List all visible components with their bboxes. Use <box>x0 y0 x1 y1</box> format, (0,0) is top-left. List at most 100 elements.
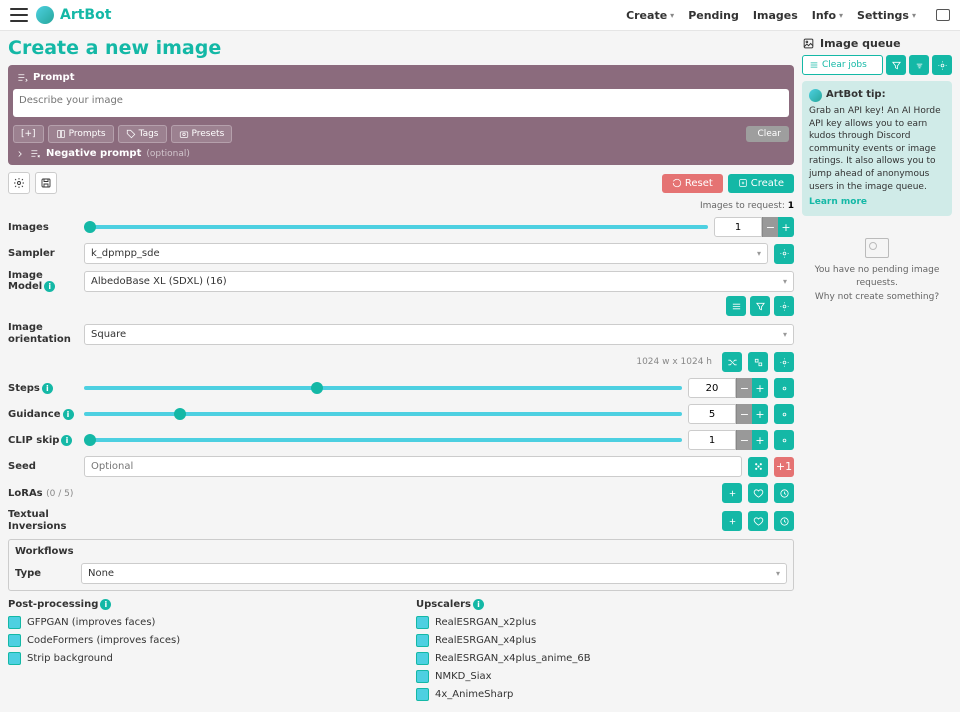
settings-icon-button[interactable] <box>8 172 30 194</box>
negative-prompt-label[interactable]: Negative prompt <box>46 148 141 159</box>
sampler-settings-button[interactable] <box>774 244 794 264</box>
recent-ti-button[interactable] <box>774 511 794 531</box>
add-ti-button[interactable] <box>722 511 742 531</box>
model-filter-button[interactable] <box>750 296 770 316</box>
up-4-checkbox[interactable] <box>416 688 429 701</box>
clip-slider[interactable] <box>84 438 682 442</box>
nav-create[interactable]: Create▾ <box>626 9 674 22</box>
tip-body: Grab an API key! An AI Horde API key all… <box>809 105 945 193</box>
steps-minus[interactable]: − <box>736 378 752 398</box>
photo-icon <box>802 37 815 50</box>
queue-settings-button[interactable] <box>932 55 952 75</box>
increment-seed-button[interactable]: +1 <box>774 457 794 477</box>
tags-button[interactable]: Tags <box>118 125 167 143</box>
pp-0-checkbox[interactable] <box>8 616 21 629</box>
info-badge[interactable]: i <box>61 435 72 446</box>
nav-settings[interactable]: Settings▾ <box>857 9 916 22</box>
expand-prompt-button[interactable]: [+] <box>13 125 44 143</box>
steps-plus[interactable]: + <box>752 378 768 398</box>
nav-pending[interactable]: Pending <box>688 9 739 22</box>
images-slider[interactable] <box>84 225 708 229</box>
reset-button[interactable]: Reset <box>662 174 723 193</box>
info-badge[interactable]: i <box>100 599 111 610</box>
save-icon-button[interactable] <box>35 172 57 194</box>
randomize-seed-button[interactable] <box>748 457 768 477</box>
up-0-checkbox[interactable] <box>416 616 429 629</box>
prompt-input[interactable] <box>13 89 789 117</box>
brand[interactable]: ArtBot <box>60 7 111 23</box>
model-select[interactable]: AlbedoBase XL (SDXL) (16)▾ <box>84 271 794 292</box>
workflow-type-select[interactable]: None▾ <box>81 563 787 584</box>
steps-settings-button[interactable] <box>774 378 794 398</box>
monitor-icon[interactable] <box>936 9 950 21</box>
playlist-icon <box>17 72 28 83</box>
add-lora-button[interactable] <box>722 483 742 503</box>
images-plus[interactable]: + <box>778 217 794 237</box>
orientation-settings-button[interactable] <box>774 352 794 372</box>
filter-icon <box>891 60 902 71</box>
gear-icon <box>779 248 790 259</box>
pp-2-checkbox[interactable] <box>8 652 21 665</box>
seed-input[interactable] <box>84 456 742 477</box>
clear-jobs-button[interactable]: Clear jobs <box>802 55 883 75</box>
guidance-label: Guidancei <box>8 409 78 420</box>
clip-minus[interactable]: − <box>736 430 752 450</box>
favorite-lora-button[interactable] <box>748 483 768 503</box>
nav-info[interactable]: Info▾ <box>812 9 843 22</box>
presets-button[interactable]: Presets <box>171 125 233 143</box>
pp-1-checkbox[interactable] <box>8 634 21 647</box>
clear-prompt-button[interactable]: Clear <box>746 126 789 142</box>
favorite-ti-button[interactable] <box>748 511 768 531</box>
clip-plus[interactable]: + <box>752 430 768 450</box>
guidance-settings-button[interactable] <box>774 404 794 424</box>
up-2-checkbox[interactable] <box>416 652 429 665</box>
chevron-right-icon[interactable] <box>15 149 25 159</box>
loras-label: LoRAs (0 / 5) <box>8 488 78 499</box>
clip-input[interactable] <box>688 430 736 450</box>
gear-icon <box>937 60 948 71</box>
prompt-label: Prompt <box>33 72 75 83</box>
save-icon <box>40 177 52 189</box>
filter-icon <box>755 301 766 312</box>
image-off-icon <box>865 238 889 258</box>
model-list-button[interactable] <box>726 296 746 316</box>
guidance-minus[interactable]: − <box>736 404 752 424</box>
history-icon <box>779 488 790 499</box>
queue-filter-button[interactable] <box>886 55 906 75</box>
steps-input[interactable] <box>688 378 736 398</box>
prompts-button[interactable]: Prompts <box>48 125 114 143</box>
gear-icon <box>779 409 790 420</box>
create-button[interactable]: Create <box>728 174 794 193</box>
steps-label: Stepsi <box>8 383 78 394</box>
up-3-checkbox[interactable] <box>416 670 429 683</box>
orientation-select[interactable]: Square▾ <box>84 324 794 345</box>
steps-slider[interactable] <box>84 386 682 390</box>
guidance-input[interactable] <box>688 404 736 424</box>
shuffle-button[interactable] <box>722 352 742 372</box>
list-icon <box>809 60 819 70</box>
logo-icon <box>809 89 822 102</box>
sampler-select[interactable]: k_dpmpp_sde▾ <box>84 243 768 264</box>
nav-images[interactable]: Images <box>753 9 798 22</box>
clip-settings-button[interactable] <box>774 430 794 450</box>
recent-lora-button[interactable] <box>774 483 794 503</box>
model-settings-button[interactable] <box>774 296 794 316</box>
menu-button[interactable] <box>10 8 28 22</box>
guidance-plus[interactable]: + <box>752 404 768 424</box>
prompt-panel: Prompt [+] Prompts Tags Presets Clear Ne… <box>8 65 794 165</box>
learn-more-link[interactable]: Learn more <box>809 196 867 209</box>
info-badge[interactable]: i <box>63 409 74 420</box>
workflow-type-label: Type <box>15 568 75 579</box>
info-badge[interactable]: i <box>473 599 484 610</box>
up-1-checkbox[interactable] <box>416 634 429 647</box>
images-minus[interactable]: − <box>762 217 778 237</box>
queue-sort-button[interactable] <box>909 55 929 75</box>
link-button[interactable] <box>748 352 768 372</box>
heart-icon <box>753 488 764 499</box>
guidance-slider[interactable] <box>84 412 682 416</box>
info-badge[interactable]: i <box>42 383 53 394</box>
images-input[interactable] <box>714 217 762 237</box>
images-label: Images <box>8 222 78 233</box>
gear-icon <box>779 301 790 312</box>
info-badge[interactable]: i <box>44 281 55 292</box>
